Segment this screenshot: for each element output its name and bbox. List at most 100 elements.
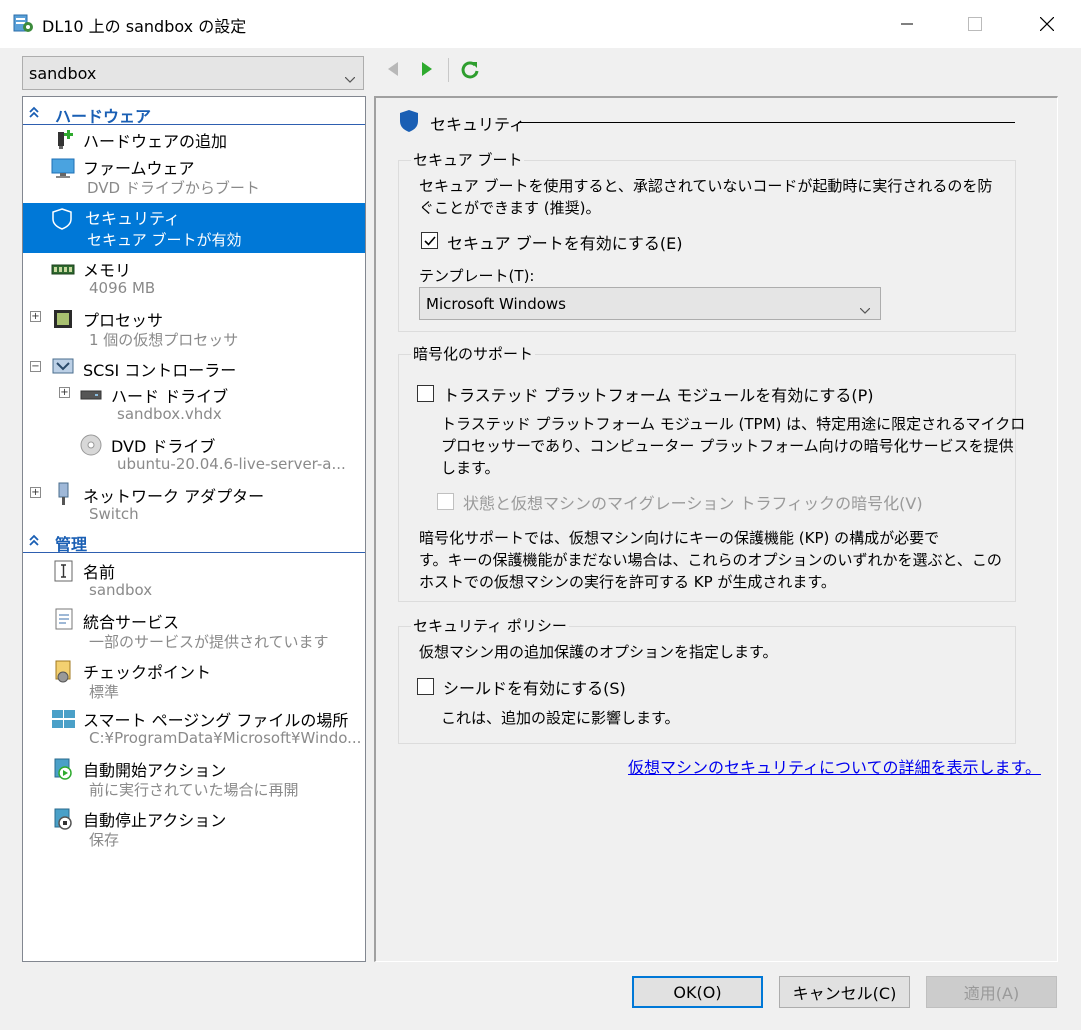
tpm-label[interactable]: トラステッド プラットフォーム モジュールを有効にする(P): [443, 382, 874, 406]
tree-item-label: SCSI コントローラー: [83, 361, 237, 380]
migration-encryption-label[interactable]: 状態と仮想マシンのマイグレーション トラフィックの暗号化(V): [463, 490, 923, 514]
tree-item-processor[interactable]: + プロセッサ 1 個の仮想プロセッサ: [23, 305, 365, 353]
chevron-down-icon: [344, 69, 356, 87]
tree-item-auto-start-action[interactable]: 自動開始アクション 前に実行されていた場合に再開: [23, 755, 365, 803]
tree-item-detail: セキュア ブートが有効: [87, 231, 242, 249]
page-title: セキュリティ: [430, 115, 526, 134]
forward-arrow-icon[interactable]: [420, 60, 434, 82]
auto-stop-icon: [53, 807, 77, 831]
policy-description: 仮想マシン用の追加保護のオプションを指定します。: [419, 643, 778, 661]
description-line: ホストでの仮想マシンの実行を許可する KP が生成されます。: [419, 573, 836, 591]
vm-selector[interactable]: sandbox: [22, 56, 364, 90]
tree-item-add-hardware[interactable]: ハードウェアの追加: [23, 126, 365, 152]
tree-item-detail: 1 個の仮想プロセッサ: [89, 331, 239, 349]
secure-boot-group: セキュア ブート セキュア ブートを使用すると、承認されていないコードが起動時に…: [398, 149, 1016, 332]
tree-item-auto-stop-action[interactable]: 自動停止アクション 保存: [23, 805, 365, 853]
tree-item-detail: ubuntu-20.04.6-live-server-a...: [117, 455, 346, 473]
tree-item-network-adapter[interactable]: + ネットワーク アダプター Switch: [23, 481, 365, 529]
tree-item-detail: 前に実行されていた場合に再開: [89, 781, 299, 799]
tree-item-label: DVD ドライブ: [111, 437, 216, 456]
scsi-controller-icon: [51, 355, 75, 379]
tree-item-detail: 4096 MB: [89, 279, 156, 297]
minimize-button[interactable]: [884, 0, 930, 48]
refresh-icon[interactable]: [460, 60, 480, 84]
management-section-label: 管理: [55, 535, 88, 554]
smart-paging-icon: [51, 707, 75, 731]
expand-plus-icon[interactable]: +: [30, 311, 41, 322]
shield-checkbox[interactable]: [417, 678, 434, 695]
tree-item-label: セキュリティ: [85, 209, 181, 228]
description-line: 暗号化サポートでは、仮想マシン向けにキーの保護機能 (KP) の構成が必要で: [419, 529, 940, 547]
vm-selector-value: sandbox: [29, 64, 97, 83]
secure-boot-description: セキュア ブートを使用すると、承認されていないコードが起動時に実行されるのを防 …: [419, 175, 992, 219]
migration-encryption-checkbox[interactable]: [437, 493, 454, 510]
template-label: テンプレート(T):: [419, 267, 535, 285]
network-adapter-icon: [53, 481, 77, 505]
integration-services-icon: [53, 607, 77, 631]
collapse-chevron-icon: [27, 104, 41, 123]
window-title: DL10 上の sandbox の設定: [42, 17, 247, 36]
tree-item-integration-services[interactable]: 統合サービス 一部のサービスが提供されています: [23, 607, 365, 655]
settings-detail-panel: セキュリティ セキュア ブート セキュア ブートを使用すると、承認されていないコ…: [374, 96, 1058, 962]
description-line: します。: [441, 459, 500, 477]
tree-item-name[interactable]: 名前 sandbox: [23, 557, 365, 605]
hardware-section-label: ハードウェア: [55, 107, 152, 126]
add-hardware-icon: [53, 128, 77, 152]
settings-tree: ハードウェア ハードウェアの追加 ファームウェア DVD ドライブからブート セ…: [22, 96, 366, 962]
maximize-button[interactable]: [952, 0, 998, 48]
description-line: ぐことができます (推奨)。: [419, 199, 601, 217]
collapse-chevron-icon: [27, 532, 41, 551]
title-bar: DL10 上の sandbox の設定: [0, 0, 1081, 48]
description-line: セキュア ブートを使用すると、承認されていないコードが起動時に実行されるのを防: [419, 177, 993, 195]
tree-item-detail: Switch: [89, 505, 139, 523]
expand-plus-icon[interactable]: +: [30, 487, 41, 498]
encryption-support-group: 暗号化のサポート トラステッド プラットフォーム モジュールを有効にする(P) …: [398, 343, 1025, 602]
security-details-link[interactable]: 仮想マシンのセキュリティについての詳細を表示します。: [628, 754, 1041, 778]
tree-item-label: ハード ドライブ: [111, 387, 229, 406]
tree-item-label: スマート ページング ファイルの場所: [83, 711, 349, 730]
tree-item-label: ファームウェア: [83, 159, 195, 178]
shield-description: これは、追加の設定に影響します。: [441, 709, 680, 727]
group-title: セキュリティ ポリシー: [411, 615, 569, 636]
management-section-header[interactable]: 管理: [23, 529, 365, 554]
ok-button[interactable]: OK(O): [632, 976, 763, 1008]
apply-button[interactable]: 適用(A): [926, 976, 1057, 1008]
tree-item-firmware[interactable]: ファームウェア DVD ドライブからブート: [23, 153, 365, 201]
security-policy-group: セキュリティ ポリシー 仮想マシン用の追加保護のオプションを指定します。 シール…: [398, 615, 1016, 744]
tree-item-scsi-controller[interactable]: − SCSI コントローラー: [23, 355, 365, 380]
template-dropdown[interactable]: Microsoft Windows: [419, 287, 881, 320]
tree-item-memory[interactable]: メモリ 4096 MB: [23, 255, 365, 303]
dvd-icon: [79, 433, 103, 457]
tree-item-label: 名前: [83, 563, 116, 582]
tree-item-label: チェックポイント: [83, 663, 212, 682]
description-line: プロセッサーであり、コンピューター プラットフォーム向けの暗号化サービスを提供: [441, 437, 1014, 455]
tree-item-detail: DVD ドライブからブート: [87, 179, 260, 197]
cancel-button[interactable]: キャンセル(C): [779, 976, 910, 1008]
tree-item-smart-paging[interactable]: スマート ページング ファイルの場所 C:¥ProgramData¥Micros…: [23, 705, 365, 753]
hardware-section-header[interactable]: ハードウェア: [23, 101, 365, 126]
separator: [448, 58, 450, 86]
collapse-minus-icon[interactable]: −: [30, 361, 41, 372]
back-arrow-icon[interactable]: [386, 60, 400, 82]
tree-item-detail: C:¥ProgramData¥Microsoft¥Windo...: [89, 729, 362, 747]
tree-item-label: プロセッサ: [83, 311, 164, 330]
tree-item-dvd-drive[interactable]: DVD ドライブ ubuntu-20.04.6-live-server-a...: [23, 431, 365, 479]
tree-item-label: ハードウェアの追加: [83, 132, 228, 151]
tree-item-checkpoints[interactable]: チェックポイント 標準: [23, 657, 365, 705]
shield-label[interactable]: シールドを有効にする(S): [443, 675, 626, 699]
shield-icon: [398, 108, 420, 138]
tree-item-label: 統合サービス: [83, 613, 180, 632]
tree-item-hard-drive[interactable]: + ハード ドライブ sandbox.vhdx: [23, 381, 365, 429]
secure-boot-checkbox[interactable]: [421, 232, 438, 249]
tpm-checkbox[interactable]: [417, 385, 434, 402]
tree-item-security[interactable]: セキュリティ セキュア ブートが有効: [23, 203, 365, 253]
tree-item-detail: 一部のサービスが提供されています: [89, 633, 329, 651]
tree-item-label: 自動停止アクション: [83, 811, 227, 830]
close-button[interactable]: [1024, 0, 1070, 48]
secure-boot-label[interactable]: セキュア ブートを有効にする(E): [447, 230, 683, 254]
tree-item-label: メモリ: [83, 261, 132, 280]
heading-divider: [518, 122, 1015, 123]
description-line: トラステッド プラットフォーム モジュール (TPM) は、特定用途に限定される…: [441, 415, 1026, 433]
expand-plus-icon[interactable]: +: [59, 387, 70, 398]
group-title: セキュア ブート: [411, 149, 525, 170]
